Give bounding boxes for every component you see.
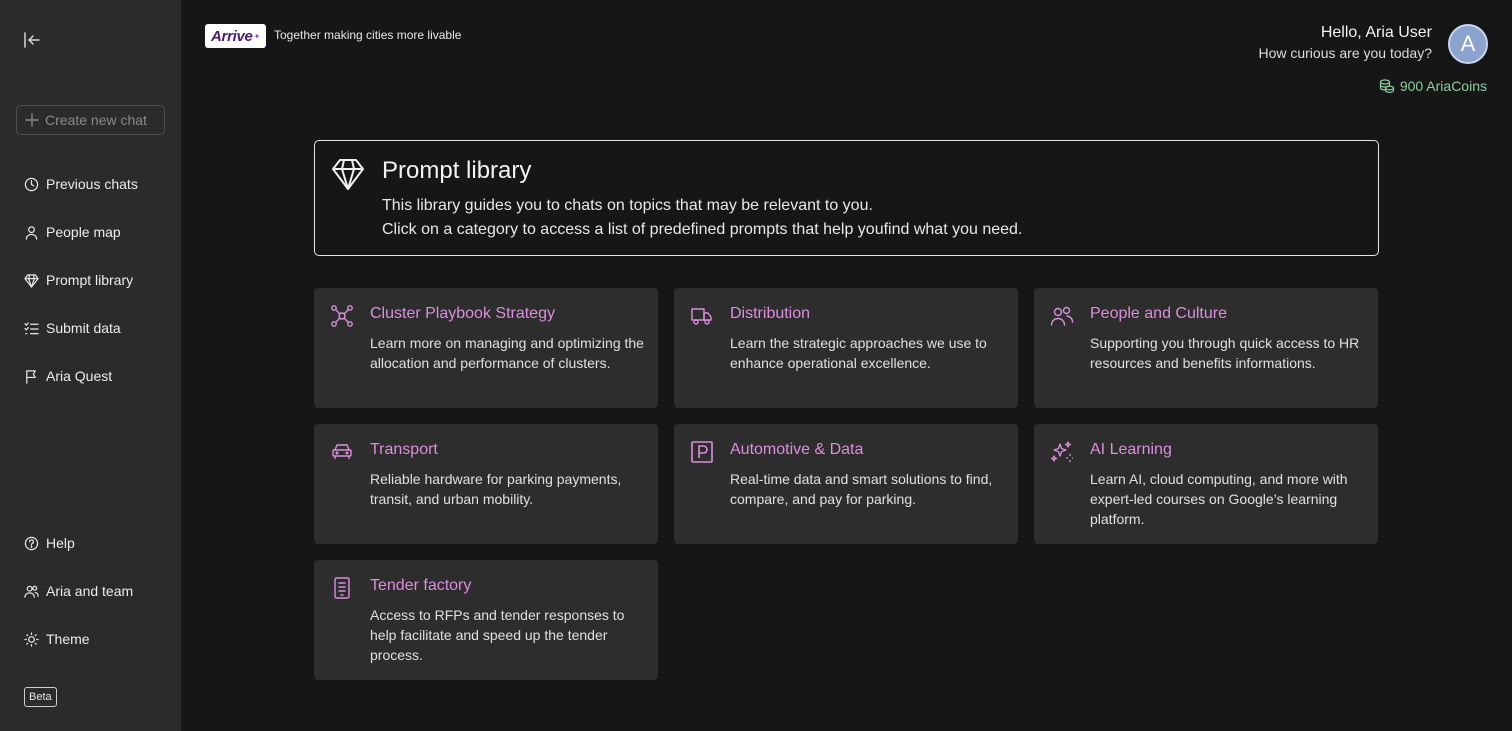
sidebar-item-label: Aria Quest — [46, 368, 113, 384]
sidebar-item-label: Submit data — [46, 320, 121, 336]
page-title: Prompt library — [382, 157, 532, 184]
sun-icon — [24, 631, 39, 647]
greeting: Hello, Aria User How curious are you tod… — [1258, 24, 1432, 61]
intro-line-2: Click on a category to access a list of … — [382, 221, 1023, 238]
coins-balance: 900 AriaCoins — [1379, 78, 1487, 94]
card-description: Reliable hardware for parking payments, … — [370, 471, 622, 507]
card-description: Real-time data and smart solutions to fi… — [730, 471, 993, 507]
card-title: People and Culture — [1090, 305, 1227, 322]
avatar[interactable]: A — [1448, 24, 1488, 64]
brand-logo: Arrive ✦ — [205, 24, 266, 48]
card-title: Transport — [370, 441, 438, 458]
collapse-left-icon[interactable] — [22, 30, 42, 50]
greeting-name: Hello, Aria User — [1320, 24, 1432, 41]
card-description: Learn AI, cloud computing, and more with… — [1090, 471, 1348, 527]
tagline: Together making cities more livable — [274, 28, 462, 42]
document-icon — [334, 577, 350, 599]
help-circle-icon — [24, 536, 39, 550]
card-title: Distribution — [730, 305, 811, 322]
plus-icon — [25, 113, 39, 127]
sidebar: Create new chat Previous chats People ma… — [0, 0, 181, 731]
card-description: Learn more on managing and optimizing th… — [370, 335, 644, 371]
sidebar-item-label: People map — [46, 224, 121, 240]
truck-icon — [691, 308, 712, 325]
beta-badge: Beta — [24, 687, 57, 707]
sidebar-item-theme[interactable]: Theme — [24, 629, 90, 649]
card-title: AI Learning — [1090, 441, 1172, 458]
cluster-icon — [331, 305, 353, 327]
sidebar-item-label: Aria and team — [46, 583, 134, 599]
card-title: Automotive & Data — [730, 441, 864, 458]
coins-icon — [1379, 79, 1394, 93]
sidebar-item-previous-chats[interactable]: Previous chats — [24, 174, 138, 194]
create-new-chat-button[interactable]: Create new chat — [16, 105, 165, 135]
people-icon — [1050, 306, 1074, 326]
card-description: Access to RFPs and tender responses to h… — [370, 607, 625, 663]
card-title: Tender factory — [370, 577, 472, 594]
intro-line-1: This library guides you to chats on topi… — [382, 197, 873, 214]
category-card-automotive-data[interactable]: Automotive & Data Real-time data and sma… — [674, 424, 1018, 544]
sparkles-icon — [1050, 441, 1073, 462]
sidebar-item-aria-quest[interactable]: Aria Quest — [24, 366, 112, 386]
sidebar-item-aria-and-team[interactable]: Aria and team — [24, 581, 133, 601]
logo-text: Arrive — [211, 27, 253, 45]
clock-icon — [24, 177, 39, 191]
diamond-icon — [24, 273, 39, 288]
flag-icon — [26, 369, 36, 384]
sidebar-item-label: Previous chats — [46, 176, 138, 192]
sidebar-item-prompt-library[interactable]: Prompt library — [24, 270, 133, 290]
greeting-subtitle: How curious are you today? — [1258, 45, 1432, 61]
parking-icon — [691, 441, 713, 463]
category-card-tender-factory[interactable]: Tender factory Access to RFPs and tender… — [314, 560, 658, 680]
car-icon — [332, 444, 352, 459]
category-card-ai-learning[interactable]: AI Learning Learn AI, cloud computing, a… — [1034, 424, 1378, 544]
coins-label: 900 AriaCoins — [1399, 78, 1487, 94]
sidebar-item-help[interactable]: Help — [24, 533, 75, 553]
sidebar-item-submit-data[interactable]: Submit data — [24, 318, 121, 338]
sidebar-item-label: Help — [46, 535, 75, 551]
card-title: Cluster Playbook Strategy — [370, 305, 555, 322]
category-card-distribution[interactable]: Distribution Learn the strategic approac… — [674, 288, 1018, 408]
category-card-people-and-culture[interactable]: People and Culture Supporting you throug… — [1034, 288, 1378, 408]
sidebar-item-label: Prompt library — [46, 272, 134, 288]
category-card-transport[interactable]: Transport Reliable hardware for parking … — [314, 424, 658, 544]
logo-sparkle-icon: ✦ — [253, 31, 261, 41]
create-new-chat-label: Create new chat — [45, 112, 147, 128]
sidebar-item-people-map[interactable]: People map — [24, 222, 121, 242]
prompt-library-intro: Prompt library This library guides you t… — [314, 140, 1379, 256]
checklist-icon — [24, 321, 39, 334]
team-icon — [24, 585, 39, 598]
diamond-icon — [332, 159, 364, 190]
category-card-cluster-playbook[interactable]: Cluster Playbook Strategy Learn more on … — [314, 288, 658, 408]
card-description: Learn the strategic approaches we use to… — [730, 335, 987, 371]
sidebar-item-label: Theme — [46, 631, 90, 647]
card-description: Supporting you through quick access to H… — [1090, 335, 1360, 371]
person-icon — [25, 225, 38, 240]
